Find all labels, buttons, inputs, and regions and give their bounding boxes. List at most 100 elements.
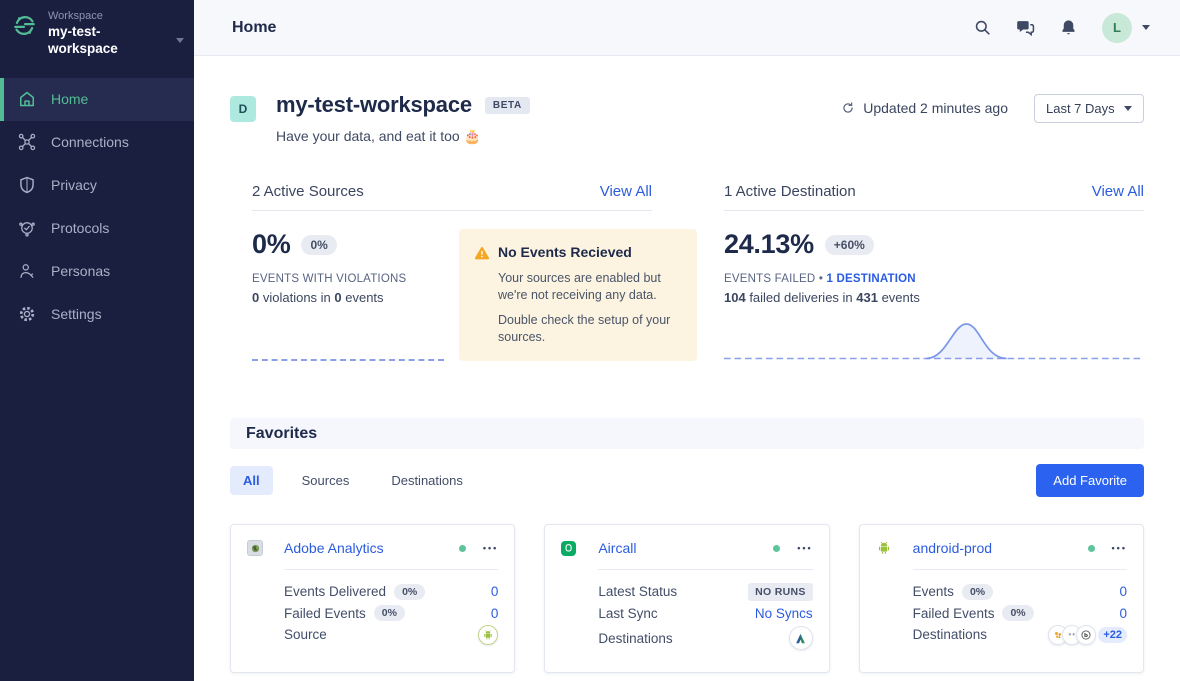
beta-badge: BETA bbox=[485, 97, 530, 114]
chat-button[interactable] bbox=[1016, 18, 1035, 37]
card-row: Destinations bbox=[598, 626, 812, 650]
status-dot bbox=[459, 545, 466, 552]
refresh-icon[interactable] bbox=[841, 101, 855, 115]
row-label: Events bbox=[913, 584, 954, 599]
android-icon[interactable] bbox=[478, 625, 498, 645]
sidebar: Workspace my-test-workspace Home bbox=[0, 0, 194, 681]
card-title-link[interactable]: Adobe Analytics bbox=[284, 540, 384, 556]
destination-count-link[interactable]: 1 DESTINATION bbox=[826, 273, 915, 285]
sidebar-item-label: Personas bbox=[51, 263, 110, 279]
destination-stack[interactable]: •• b +22 bbox=[1048, 625, 1127, 645]
failed-stat-value: 24.13% bbox=[724, 229, 814, 260]
sidebar-item-personas[interactable]: Personas bbox=[0, 250, 194, 293]
sources-panel-title: 2 Active Sources bbox=[252, 183, 364, 200]
favorite-card-aircall: Aircall ••• Latest Status NO RUNS Last S… bbox=[544, 524, 829, 673]
row-label: Events Delivered bbox=[284, 584, 386, 599]
gear-icon bbox=[17, 304, 37, 324]
workspace-title: my-test-workspace bbox=[276, 92, 472, 118]
warning-body-1: Your sources are enabled but we're not r… bbox=[498, 270, 680, 304]
sidebar-item-home[interactable]: Home bbox=[0, 78, 194, 121]
aircall-icon bbox=[561, 540, 577, 556]
connections-icon bbox=[17, 132, 37, 152]
tab-destinations[interactable]: Destinations bbox=[378, 466, 476, 495]
card-menu-icon[interactable]: ••• bbox=[1112, 544, 1127, 553]
app-window: Workspace my-test-workspace Home bbox=[0, 0, 1180, 681]
row-badge: 0% bbox=[1002, 605, 1033, 621]
card-menu-icon[interactable]: ••• bbox=[797, 544, 812, 553]
card-row: Last Sync No Syncs bbox=[598, 603, 812, 625]
card-menu-icon[interactable]: ••• bbox=[483, 544, 498, 553]
favorite-card-adobe-analytics: Adobe Analytics ••• Events Delivered 0% … bbox=[230, 524, 515, 673]
card-title-link[interactable]: Aircall bbox=[598, 540, 636, 556]
row-badge: 0% bbox=[374, 605, 405, 621]
sources-view-all-link[interactable]: View All bbox=[600, 183, 652, 200]
workspace-subtitle: Have your data, and eat it too 🎂 bbox=[276, 128, 530, 145]
chat-icon bbox=[1016, 18, 1035, 37]
divider bbox=[252, 210, 652, 211]
violations-stat-value: 0% bbox=[252, 229, 290, 260]
row-value-link[interactable]: 0 bbox=[491, 584, 499, 599]
sidebar-item-protocols[interactable]: Protocols bbox=[0, 207, 194, 250]
add-favorite-button[interactable]: Add Favorite bbox=[1036, 464, 1144, 497]
workspace-initial-badge: D bbox=[230, 96, 256, 122]
failed-stat-label: EVENTS FAILED • 1 DESTINATION bbox=[724, 273, 1144, 285]
row-badge: 0% bbox=[962, 584, 993, 600]
row-value-link[interactable]: No Syncs bbox=[755, 606, 813, 621]
destinations-view-all-link[interactable]: View All bbox=[1092, 183, 1144, 200]
workspace-switcher[interactable]: Workspace my-test-workspace bbox=[0, 0, 194, 72]
divider bbox=[724, 210, 1144, 211]
favorite-card-android-prod: android-prod ••• Events 0% 0 bbox=[859, 524, 1144, 673]
card-row: Events Delivered 0% 0 bbox=[284, 581, 498, 603]
card-row: Latest Status NO RUNS bbox=[598, 581, 812, 603]
workspace-name: my-test-workspace bbox=[48, 24, 170, 58]
row-label: Failed Events bbox=[913, 606, 995, 621]
notifications-button[interactable] bbox=[1059, 18, 1078, 37]
time-range-select[interactable]: Last 7 Days bbox=[1034, 94, 1144, 123]
row-value-link[interactable]: 0 bbox=[1119, 606, 1127, 621]
destination-a-icon[interactable] bbox=[789, 626, 813, 650]
warning-triangle-icon bbox=[474, 245, 490, 261]
status-dot bbox=[1088, 545, 1095, 552]
row-value-link[interactable]: 0 bbox=[491, 606, 499, 621]
row-label: Source bbox=[284, 627, 327, 642]
bell-icon bbox=[1059, 18, 1078, 37]
chevron-down-icon bbox=[1142, 25, 1150, 30]
tab-sources[interactable]: Sources bbox=[289, 466, 363, 495]
card-row: Failed Events 0% 0 bbox=[284, 603, 498, 625]
destinations-panel-title: 1 Active Destination bbox=[724, 183, 856, 200]
failed-delta-badge: +60% bbox=[825, 235, 874, 255]
avatar[interactable]: L bbox=[1102, 13, 1132, 43]
card-row: Source bbox=[284, 624, 498, 646]
violations-stat-label: EVENTS WITH VIOLATIONS bbox=[252, 273, 459, 285]
sidebar-item-privacy[interactable]: Privacy bbox=[0, 164, 194, 207]
violations-stat-detail: 0 violations in 0 events bbox=[252, 290, 459, 305]
more-destinations-badge[interactable]: +22 bbox=[1098, 627, 1127, 643]
card-title-link[interactable]: android-prod bbox=[913, 540, 992, 556]
sidebar-item-settings[interactable]: Settings bbox=[0, 293, 194, 336]
destination-avatar-icon: b bbox=[1076, 625, 1096, 645]
warning-title: No Events Recieved bbox=[498, 244, 632, 260]
row-value-link[interactable]: 0 bbox=[1119, 584, 1127, 599]
card-row: Failed Events 0% 0 bbox=[913, 603, 1127, 625]
user-menu[interactable]: L bbox=[1102, 13, 1150, 43]
page-title: Home bbox=[232, 19, 276, 37]
segment-logo-icon bbox=[13, 14, 36, 37]
warning-callout: No Events Recieved Your sources are enab… bbox=[459, 229, 697, 361]
sidebar-item-connections[interactable]: Connections bbox=[0, 121, 194, 164]
favorites-header: Favorites bbox=[230, 418, 1144, 449]
destinations-sparkline bbox=[724, 313, 1144, 361]
workspace-label: Workspace bbox=[48, 10, 184, 24]
warning-body-2: Double check the setup of your sources. bbox=[498, 312, 680, 346]
failed-stat-detail: 104 failed deliveries in 431 events bbox=[724, 290, 1144, 305]
card-row: Destinations •• b +22 bbox=[913, 624, 1127, 646]
personas-icon bbox=[17, 261, 37, 281]
status-dot bbox=[773, 545, 780, 552]
card-row: Events 0% 0 bbox=[913, 581, 1127, 603]
row-badge: 0% bbox=[394, 584, 425, 600]
search-button[interactable] bbox=[973, 18, 992, 37]
protocols-icon bbox=[17, 218, 37, 238]
tab-all[interactable]: All bbox=[230, 466, 273, 495]
adobe-analytics-icon bbox=[247, 540, 263, 556]
violations-delta-badge: 0% bbox=[301, 235, 336, 255]
last-updated: Updated 2 minutes ago bbox=[841, 100, 1008, 116]
